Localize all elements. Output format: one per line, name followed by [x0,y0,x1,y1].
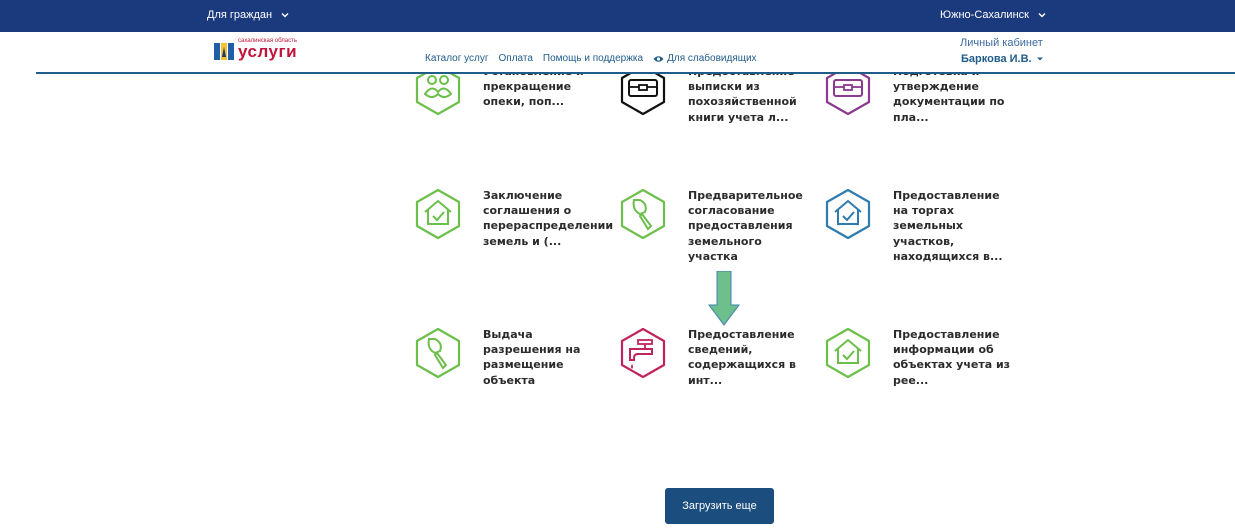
logo-text: услуги [238,42,298,61]
site-header [0,32,1235,72]
service-title: Предоставление выписки из похозяйственно… [688,74,797,124]
people-icon [415,74,461,116]
site-logo[interactable]: сахалинская область услуги [214,38,298,62]
service-card[interactable]: Установление и прекращение опеки, поп... [413,74,613,154]
nav-help[interactable]: Помощь и поддержка [543,53,643,64]
house-check-icon [415,188,461,240]
annotation-arrow-down-icon [708,271,740,326]
house-check-icon [825,188,871,240]
nav-accessibility-label: Для слабовидящих [667,53,757,64]
eye-icon [653,55,664,62]
service-card[interactable]: Предоставление на торгах земельных участ… [823,188,1023,278]
main-nav: Каталог услуг Оплата Помощь и поддержка … [425,53,757,64]
service-title: Подготовка и утверждение документации по… [893,74,1005,124]
trowel-icon [620,188,666,240]
cabinet-label: Личный кабинет [960,37,1043,49]
caret-down-icon [1036,57,1043,61]
load-more-button[interactable]: Загрузить еще [665,488,774,524]
service-title: Выдача разрешения на размещение объекта [483,328,581,387]
service-title: Предварительное согласование предоставле… [688,189,803,263]
service-card[interactable]: Предварительное согласование предоставле… [618,188,818,278]
chevron-down-icon [1038,13,1046,18]
city-dropdown[interactable]: Южно-Сахалинск [940,9,1047,21]
briefcase-icon [620,74,666,116]
faucet-icon [620,327,666,379]
audience-label: Для граждан [207,9,273,21]
user-menu[interactable]: Баркова И.В. [961,53,1044,65]
trowel-icon [415,327,461,379]
service-card[interactable]: Предоставление выписки из похозяйственно… [618,74,818,154]
service-title: Предоставление информации об объектах уч… [893,328,1011,387]
sakhalin-emblem-icon [214,42,234,60]
chevron-down-icon [281,13,289,18]
service-title: Предоставление на торгах земельных участ… [893,189,1003,263]
logo-region-text: сахалинская область [238,38,297,44]
audience-dropdown[interactable]: Для граждан [207,9,290,21]
service-card[interactable]: Подготовка и утверждение документации по… [823,74,1023,154]
briefcase-icon [825,74,871,116]
city-label: Южно-Сахалинск [940,9,1029,21]
user-name: Баркова И.В. [961,53,1032,65]
service-card[interactable]: Выдача разрешения на размещение объекта [413,327,613,417]
service-card[interactable]: Предоставление информации об объектах уч… [823,327,1023,417]
nav-accessibility[interactable]: Для слабовидящих [653,53,757,64]
service-title: Заключение соглашения о перераспределени… [483,189,614,248]
service-card[interactable]: Заключение соглашения о перераспределени… [413,188,613,278]
top-bar: Для граждан Южно-Сахалинск [0,0,1235,32]
house-check-icon [825,327,871,379]
services-grid: Установление и прекращение опеки, поп...… [0,74,1235,532]
nav-catalog[interactable]: Каталог услуг [425,53,489,64]
service-title: Установление и прекращение опеки, поп... [483,74,584,109]
service-card[interactable]: Предоставление сведений, содержащихся в … [618,327,818,417]
nav-payment[interactable]: Оплата [499,53,533,64]
service-title: Предоставление сведений, содержащихся в … [688,328,797,387]
